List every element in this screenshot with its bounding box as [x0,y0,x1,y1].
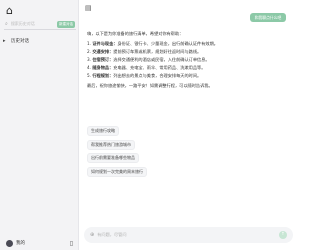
answer-summary: 最后，祝你旅途愉快，一路平安！如需调整行程，可以随时告诉我。 [87,83,213,88]
suggestion-chip[interactable]: 帮我推荐热门旅游城市 [87,139,135,150]
sidebar-item-history[interactable]: ▸ 历史对话 [3,36,75,45]
suggestion-chip[interactable]: 出行前需要准备哪些物品 [87,153,139,163]
sidebar-search-placeholder: 搜索历史对话 [10,21,35,26]
answer-list-item: 2. 交通安排：提前预订车票或机票，规划好往返时间与路线。 [87,49,202,54]
user-profile[interactable]: 我的 [6,239,25,247]
chat-main: ▤ 和我聊点什么吧 嗨，以下是为你准备的旅行清单，希望对你有帮助： 1. 证件与… [79,0,300,250]
answer-intro: 嗨，以下是为你准备的旅行清单，希望对你有帮助： [87,31,184,36]
answer-list-item: 5. 行程规划：列出想去的景点与美食，合理安排每天的时间。 [87,73,202,78]
phone-icon[interactable]: ▯ [70,240,73,247]
send-icon[interactable]: ↑ [279,231,287,239]
sidebar: ⌂ ⌕ 搜索历史对话 新建对话 ▸ 历史对话 我的 ▯ [0,0,79,250]
suggestion-chip[interactable]: 如何规划一次完美的周末旅行 [87,166,147,177]
search-icon: ⌕ [5,21,8,27]
answer-list-item: 1. 证件与现金：身份证、银行卡、少量现金，出行前确认证件有效期。 [87,41,218,46]
chat-input[interactable]: ⊕ 有问题，尽管问 ↑ [84,227,293,243]
user-message-bubble: 和我聊点什么吧 [250,13,286,22]
app-window: ⌂ ⌕ 搜索历史对话 新建对话 ▸ 历史对话 我的 ▯ ▤ 和我聊点什么吧 嗨，… [0,0,300,250]
new-chat-small-button[interactable]: 新建对话 [57,20,75,28]
sidebar-search[interactable]: ⌕ 搜索历史对话 新建对话 [4,19,76,30]
chat-input-placeholder[interactable]: 有问题，尽管问 [97,232,279,238]
sidebar-toggle-icon[interactable]: ▤ [85,4,92,12]
answer-list-item: 4. 随身物品：充电器、充电宝、雨伞、常用药品、洗漱用品等。 [87,65,206,70]
assistant-answer: 嗨，以下是为你准备的旅行清单，希望对你有帮助： 1. 证件与现金：身份证、银行卡… [87,30,292,89]
history-icon: ▸ [3,37,6,44]
answer-list-item: 3. 住宿预订：选择交通便利的酒店或民宿，入住前确认订单信息。 [87,57,210,62]
logo-icon[interactable]: ⌂ [6,4,20,18]
sidebar-item-label: 历史对话 [11,38,29,44]
suggestion-list: 生成旅行攻略 帮我推荐热门旅游城市 出行前需要准备哪些物品 如何规划一次完美的周… [87,126,207,180]
sidebar-footer: 我的 ▯ [0,236,79,250]
attach-icon[interactable]: ⊕ [90,232,94,238]
suggestion-chip[interactable]: 生成旅行攻略 [87,126,119,136]
username: 我的 [16,241,25,246]
avatar [6,239,13,247]
